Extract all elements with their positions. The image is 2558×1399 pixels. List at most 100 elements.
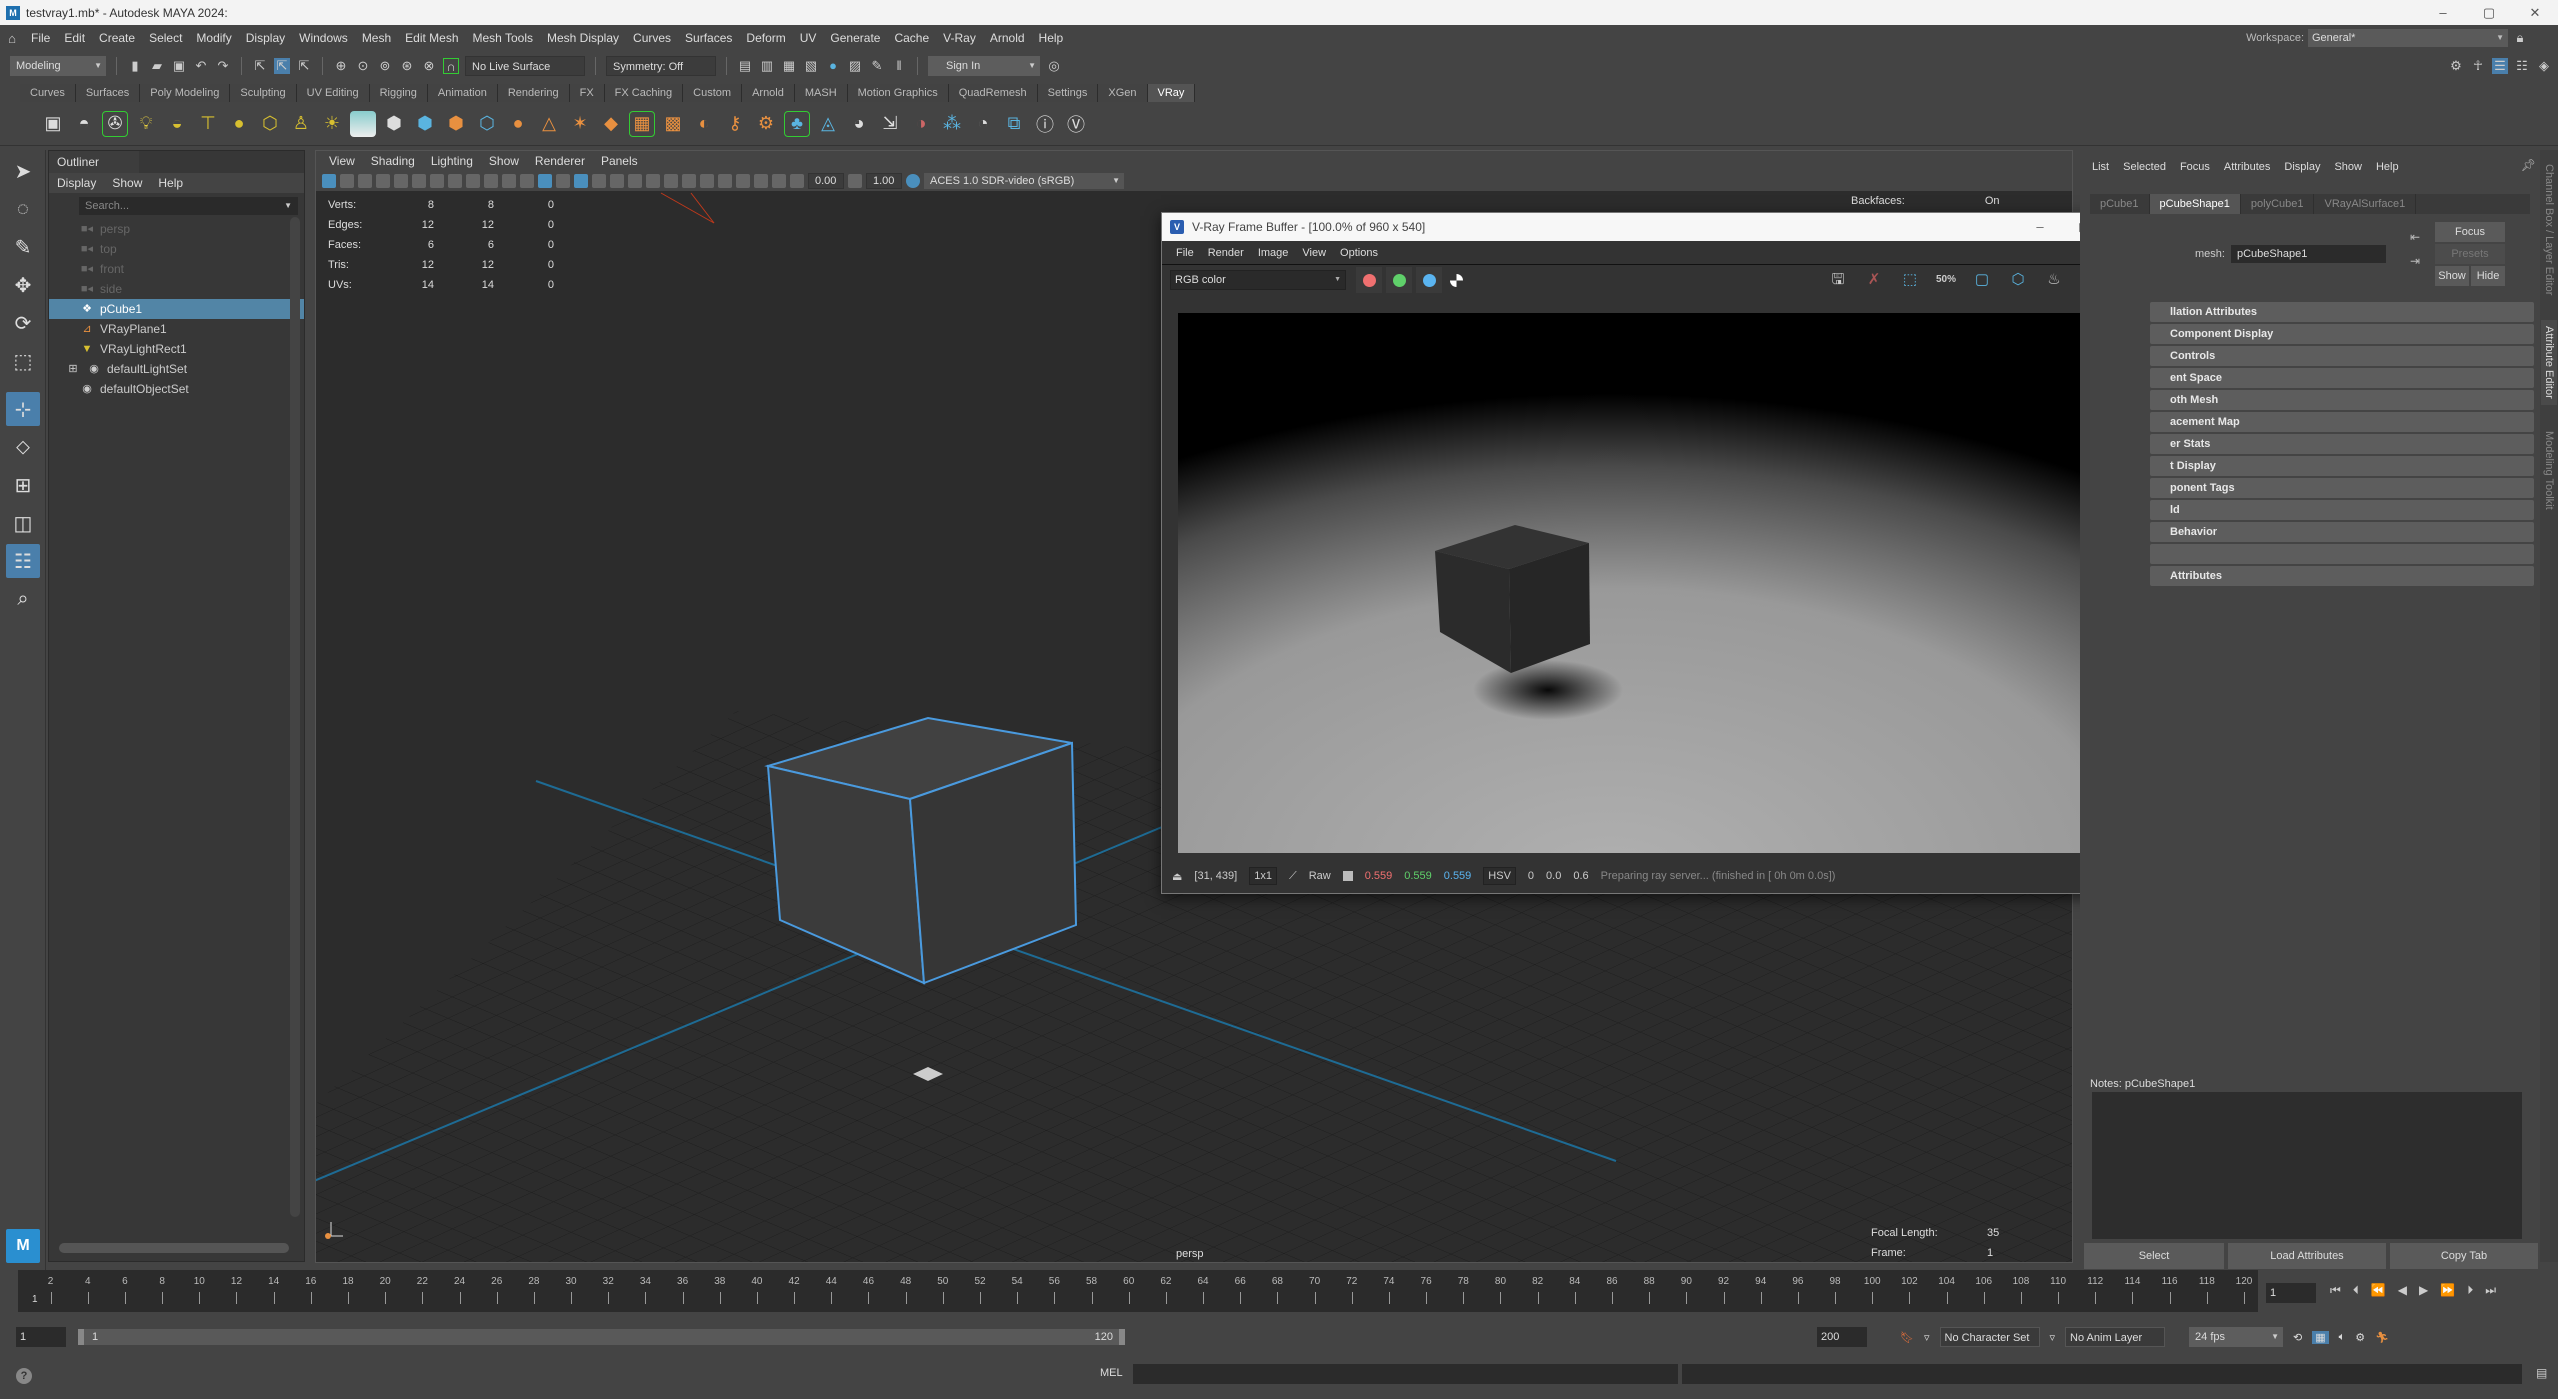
expand-icon[interactable]: ⊞: [65, 359, 81, 379]
xray-joints-icon[interactable]: [772, 174, 786, 188]
smooth-shade-icon[interactable]: [574, 174, 588, 188]
play-forward-icon[interactable]: ▶: [2419, 1283, 2428, 1298]
vray-clipper-icon[interactable]: ▩: [660, 111, 686, 137]
hide-button[interactable]: Hide: [2471, 266, 2505, 286]
menu-vray[interactable]: V-Ray: [936, 31, 983, 45]
outliner-menu-display[interactable]: Display: [57, 173, 96, 193]
menu-cache[interactable]: Cache: [887, 31, 936, 45]
shelf-tab-rigging[interactable]: Rigging: [369, 84, 428, 102]
vray-light-lister-icon[interactable]: 💡︎: [133, 111, 159, 137]
close-button[interactable]: ✕: [2512, 0, 2558, 25]
play-backward-icon[interactable]: ◀: [2398, 1283, 2407, 1298]
resolution-gate-icon[interactable]: [448, 174, 462, 188]
outliner-search-input[interactable]: Search...: [79, 197, 298, 215]
menu-help[interactable]: Help: [1032, 31, 1071, 45]
vray-fur-icon[interactable]: ●: [505, 111, 531, 137]
snap-grid-icon[interactable]: ⊕: [333, 58, 349, 74]
viewport-menu-shading[interactable]: Shading: [364, 151, 422, 171]
antialiasing-icon[interactable]: [718, 174, 732, 188]
vfb-menu-view[interactable]: View: [1296, 241, 1332, 264]
redo-icon[interactable]: ↷: [215, 58, 231, 74]
ae-tab-pcubeshape1[interactable]: pCubeShape1: [2149, 194, 2241, 214]
vray-render-icon[interactable]: ▣: [40, 111, 66, 137]
safe-title-icon[interactable]: [520, 174, 534, 188]
colorspace-dropdown[interactable]: HSV: [1483, 867, 1516, 885]
step-forward-icon[interactable]: ⏵: [2467, 1283, 2473, 1298]
menu-display[interactable]: Display: [239, 31, 292, 45]
vray-ipr-icon[interactable]: ◓: [71, 111, 97, 137]
shadows-icon[interactable]: [664, 174, 678, 188]
go-to-start-icon[interactable]: ⏮: [2330, 1283, 2341, 1298]
vray-frame-icon[interactable]: ⧉: [1001, 111, 1027, 137]
vfb-minimize-button[interactable]: –: [2018, 213, 2062, 241]
open-scene-icon[interactable]: ▰: [149, 58, 165, 74]
lasso-tool-icon[interactable]: ◌: [6, 192, 40, 226]
notes-textarea[interactable]: [2092, 1092, 2522, 1239]
single-perspective-view-icon[interactable]: ⬦: [6, 430, 40, 464]
vray-plane-icon[interactable]: △: [536, 111, 562, 137]
menu-generate[interactable]: Generate: [823, 31, 887, 45]
shelf-tab-xgen[interactable]: XGen: [1098, 84, 1148, 102]
shelf-tab-custom[interactable]: Custom: [683, 84, 743, 102]
vray-cosmos-icon[interactable]: ⁂: [939, 111, 965, 137]
cache-playback-icon[interactable]: ▦: [2312, 1330, 2329, 1344]
shelf-tab-fx[interactable]: FX: [569, 84, 605, 102]
render-frame-icon[interactable]: ▤: [737, 58, 753, 74]
ae-menu-help[interactable]: Help: [2376, 156, 2399, 178]
bookmarks-icon[interactable]: [358, 174, 372, 188]
vray-material-icon[interactable]: ◐: [691, 111, 717, 137]
channel-box-tab[interactable]: Channel Box / Layer Editor: [2541, 158, 2557, 301]
anim-layer-arrow-icon[interactable]: ▿: [2050, 1331, 2056, 1344]
region-render-icon[interactable]: ⬚: [1898, 268, 1922, 292]
exposure-field[interactable]: 0.00: [808, 173, 844, 189]
ae-section[interactable]: [2150, 544, 2534, 564]
blue-channel-toggle[interactable]: [1416, 267, 1442, 293]
menu-mesh-display[interactable]: Mesh Display: [540, 31, 626, 45]
symmetry-dropdown[interactable]: Symmetry: Off: [606, 56, 716, 76]
shelf-tab-surfaces[interactable]: Surfaces: [75, 84, 141, 102]
ae-menu-display[interactable]: Display: [2284, 156, 2320, 178]
shelf-tab-curves[interactable]: Curves: [20, 84, 76, 102]
film-gate-icon[interactable]: [430, 174, 444, 188]
green-channel-toggle[interactable]: [1386, 267, 1412, 293]
vfb-menu-file[interactable]: File: [1170, 241, 1200, 264]
rendered-image[interactable]: [1178, 313, 2138, 853]
camera-attributes-icon[interactable]: [340, 174, 354, 188]
menu-deform[interactable]: Deform: [739, 31, 792, 45]
search-icon[interactable]: ⌕: [6, 582, 40, 616]
snap-point-icon[interactable]: ⊚: [377, 58, 393, 74]
ae-tab-polycube1[interactable]: polyCube1: [2241, 194, 2315, 214]
playback-end-value[interactable]: 120: [1095, 1329, 1113, 1345]
current-frame-field[interactable]: 1: [2266, 1283, 2316, 1303]
vray-grass-icon[interactable]: ✶: [567, 111, 593, 137]
menu-surfaces[interactable]: Surfaces: [678, 31, 739, 45]
loop-icon[interactable]: ⟲: [2293, 1331, 2302, 1344]
command-input[interactable]: [1133, 1364, 1678, 1384]
shelf-tab-motion-graphics[interactable]: Motion Graphics: [847, 84, 949, 102]
outliner-item[interactable]: ■◂ top: [49, 239, 304, 259]
select-component-icon[interactable]: ⇱: [296, 58, 312, 74]
shelf-tab-uv-editing[interactable]: UV Editing: [296, 84, 370, 102]
menu-select[interactable]: Select: [142, 31, 189, 45]
live-surface-field[interactable]: No Live Surface: [465, 56, 585, 76]
playback-start-value[interactable]: 1: [92, 1329, 98, 1345]
vray-displacement-icon[interactable]: ◆: [598, 111, 624, 137]
zoom-50-icon[interactable]: 50%: [1934, 268, 1958, 292]
rotate-tool-icon[interactable]: ⟳: [6, 306, 40, 340]
ae-section[interactable]: oth Mesh: [2150, 390, 2534, 410]
fps-dropdown[interactable]: 24 fps: [2189, 1327, 2284, 1347]
vray-import-icon[interactable]: ⇲: [877, 111, 903, 137]
safe-action-icon[interactable]: [502, 174, 516, 188]
new-scene-icon[interactable]: ▮: [127, 58, 143, 74]
vray-vfb-icon[interactable]: ✇: [102, 110, 128, 137]
viewport-menu-renderer[interactable]: Renderer: [528, 151, 592, 171]
outliner-menu-help[interactable]: Help: [158, 173, 183, 193]
vray-mesh-light-icon[interactable]: ⬡: [257, 111, 283, 137]
menu-arnold[interactable]: Arnold: [983, 31, 1032, 45]
render-setup-icon[interactable]: ▨: [847, 58, 863, 74]
tool-settings-icon[interactable]: ☷: [2514, 58, 2530, 74]
vray-sun-icon[interactable]: ☀: [319, 111, 345, 137]
menu-create[interactable]: Create: [92, 31, 142, 45]
vray-attributes-icon[interactable]: ⚷: [722, 111, 748, 137]
ae-section[interactable]: Attributes: [2150, 566, 2534, 586]
